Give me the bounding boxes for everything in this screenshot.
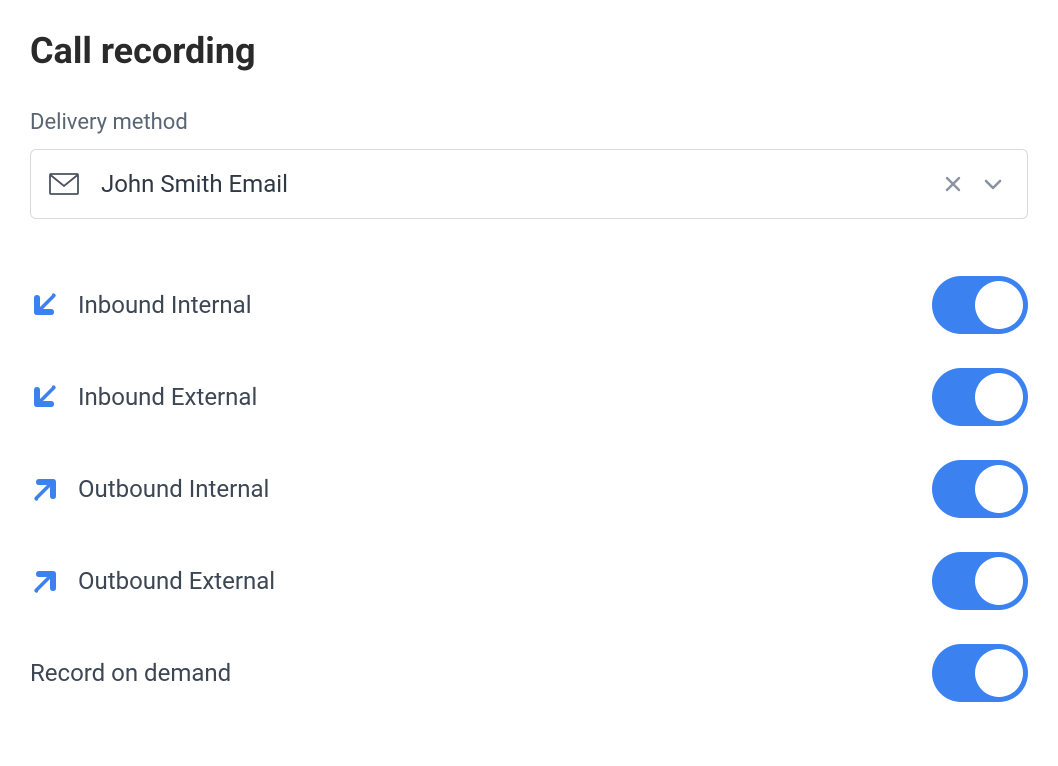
envelope-icon [49, 173, 79, 195]
arrow-inbound-icon [30, 290, 78, 320]
arrow-inbound-icon [30, 382, 78, 412]
toggle-record-on-demand[interactable] [932, 644, 1028, 702]
toggle-inbound-internal[interactable] [932, 276, 1028, 334]
setting-outbound-internal: Outbound Internal [30, 443, 1028, 535]
delivery-method-value: John Smith Email [101, 170, 939, 198]
setting-label: Outbound External [78, 567, 932, 595]
arrow-outbound-icon [30, 566, 78, 596]
setting-label: Outbound Internal [78, 475, 932, 503]
chevron-down-icon[interactable] [977, 171, 1009, 197]
setting-inbound-internal: Inbound Internal [30, 259, 1028, 351]
toggle-outbound-external[interactable] [932, 552, 1028, 610]
toggle-outbound-internal[interactable] [932, 460, 1028, 518]
clear-icon[interactable] [939, 170, 967, 198]
setting-label: Record on demand [30, 659, 932, 687]
delivery-method-select[interactable]: John Smith Email [30, 149, 1028, 219]
arrow-outbound-icon [30, 474, 78, 504]
toggle-inbound-external[interactable] [932, 368, 1028, 426]
setting-inbound-external: Inbound External [30, 351, 1028, 443]
setting-label: Inbound External [78, 383, 932, 411]
settings-list: Inbound Internal Inbound External Outbou… [30, 259, 1028, 719]
setting-outbound-external: Outbound External [30, 535, 1028, 627]
page-title: Call recording [30, 30, 1028, 72]
setting-record-on-demand: Record on demand [30, 627, 1028, 719]
delivery-method-label: Delivery method [30, 110, 1028, 135]
setting-label: Inbound Internal [78, 291, 932, 319]
